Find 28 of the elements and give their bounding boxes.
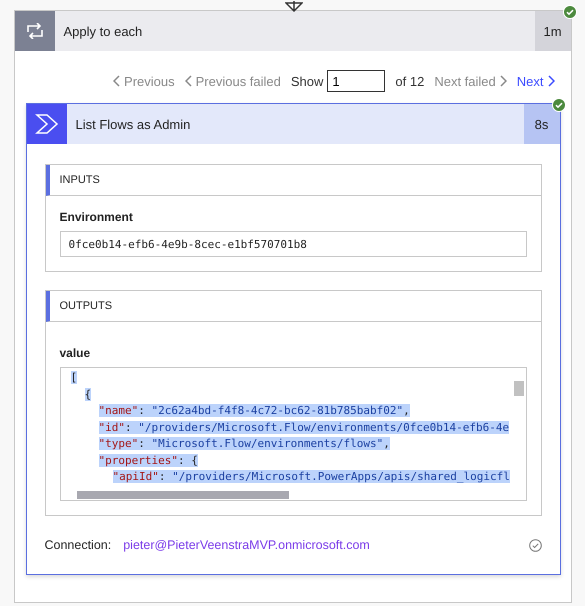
section-heading: INPUTS	[46, 165, 540, 196]
action-header[interactable]: List Flows as Admin 8s	[26, 104, 560, 144]
field-label: value	[60, 346, 92, 360]
previous-link[interactable]: Previous	[113, 74, 175, 88]
duration-label: 8s	[524, 104, 560, 144]
connection-label: Connection:	[44, 538, 112, 552]
next-failed-link[interactable]: Next failed	[434, 74, 507, 88]
duration-label: 1m	[534, 11, 570, 51]
environment-field: 0fce0b14-efb6-4e9b-8cec-e1bf570701b8	[60, 231, 526, 257]
previous-failed-link[interactable]: Previous failed	[184, 74, 281, 88]
loop-icon	[24, 23, 44, 39]
page-number-input[interactable]: 1	[327, 70, 386, 92]
section-heading: OUTPUTS	[46, 291, 540, 322]
chevron-right-icon	[500, 75, 507, 87]
show-label: Show	[290, 74, 324, 88]
field-label: Environment	[60, 210, 134, 224]
next-link[interactable]: Next	[516, 74, 554, 88]
json-viewer[interactable]	[60, 367, 526, 501]
chevron-right-icon	[548, 75, 554, 87]
chevron-left-icon	[113, 75, 120, 87]
chevron-left-icon	[184, 75, 192, 87]
loop-header[interactable]: Apply to each 1m	[14, 11, 570, 51]
page-count-label: of 12	[395, 74, 424, 88]
chevron-logo-icon	[34, 114, 58, 134]
connection-link[interactable]: pieter@PieterVeenstraMVP.onmicrosoft.com	[123, 538, 528, 552]
check-circle-icon	[528, 538, 542, 552]
action-title: List Flows as Admin	[74, 116, 192, 134]
loop-title: Apply to each	[62, 22, 144, 41]
